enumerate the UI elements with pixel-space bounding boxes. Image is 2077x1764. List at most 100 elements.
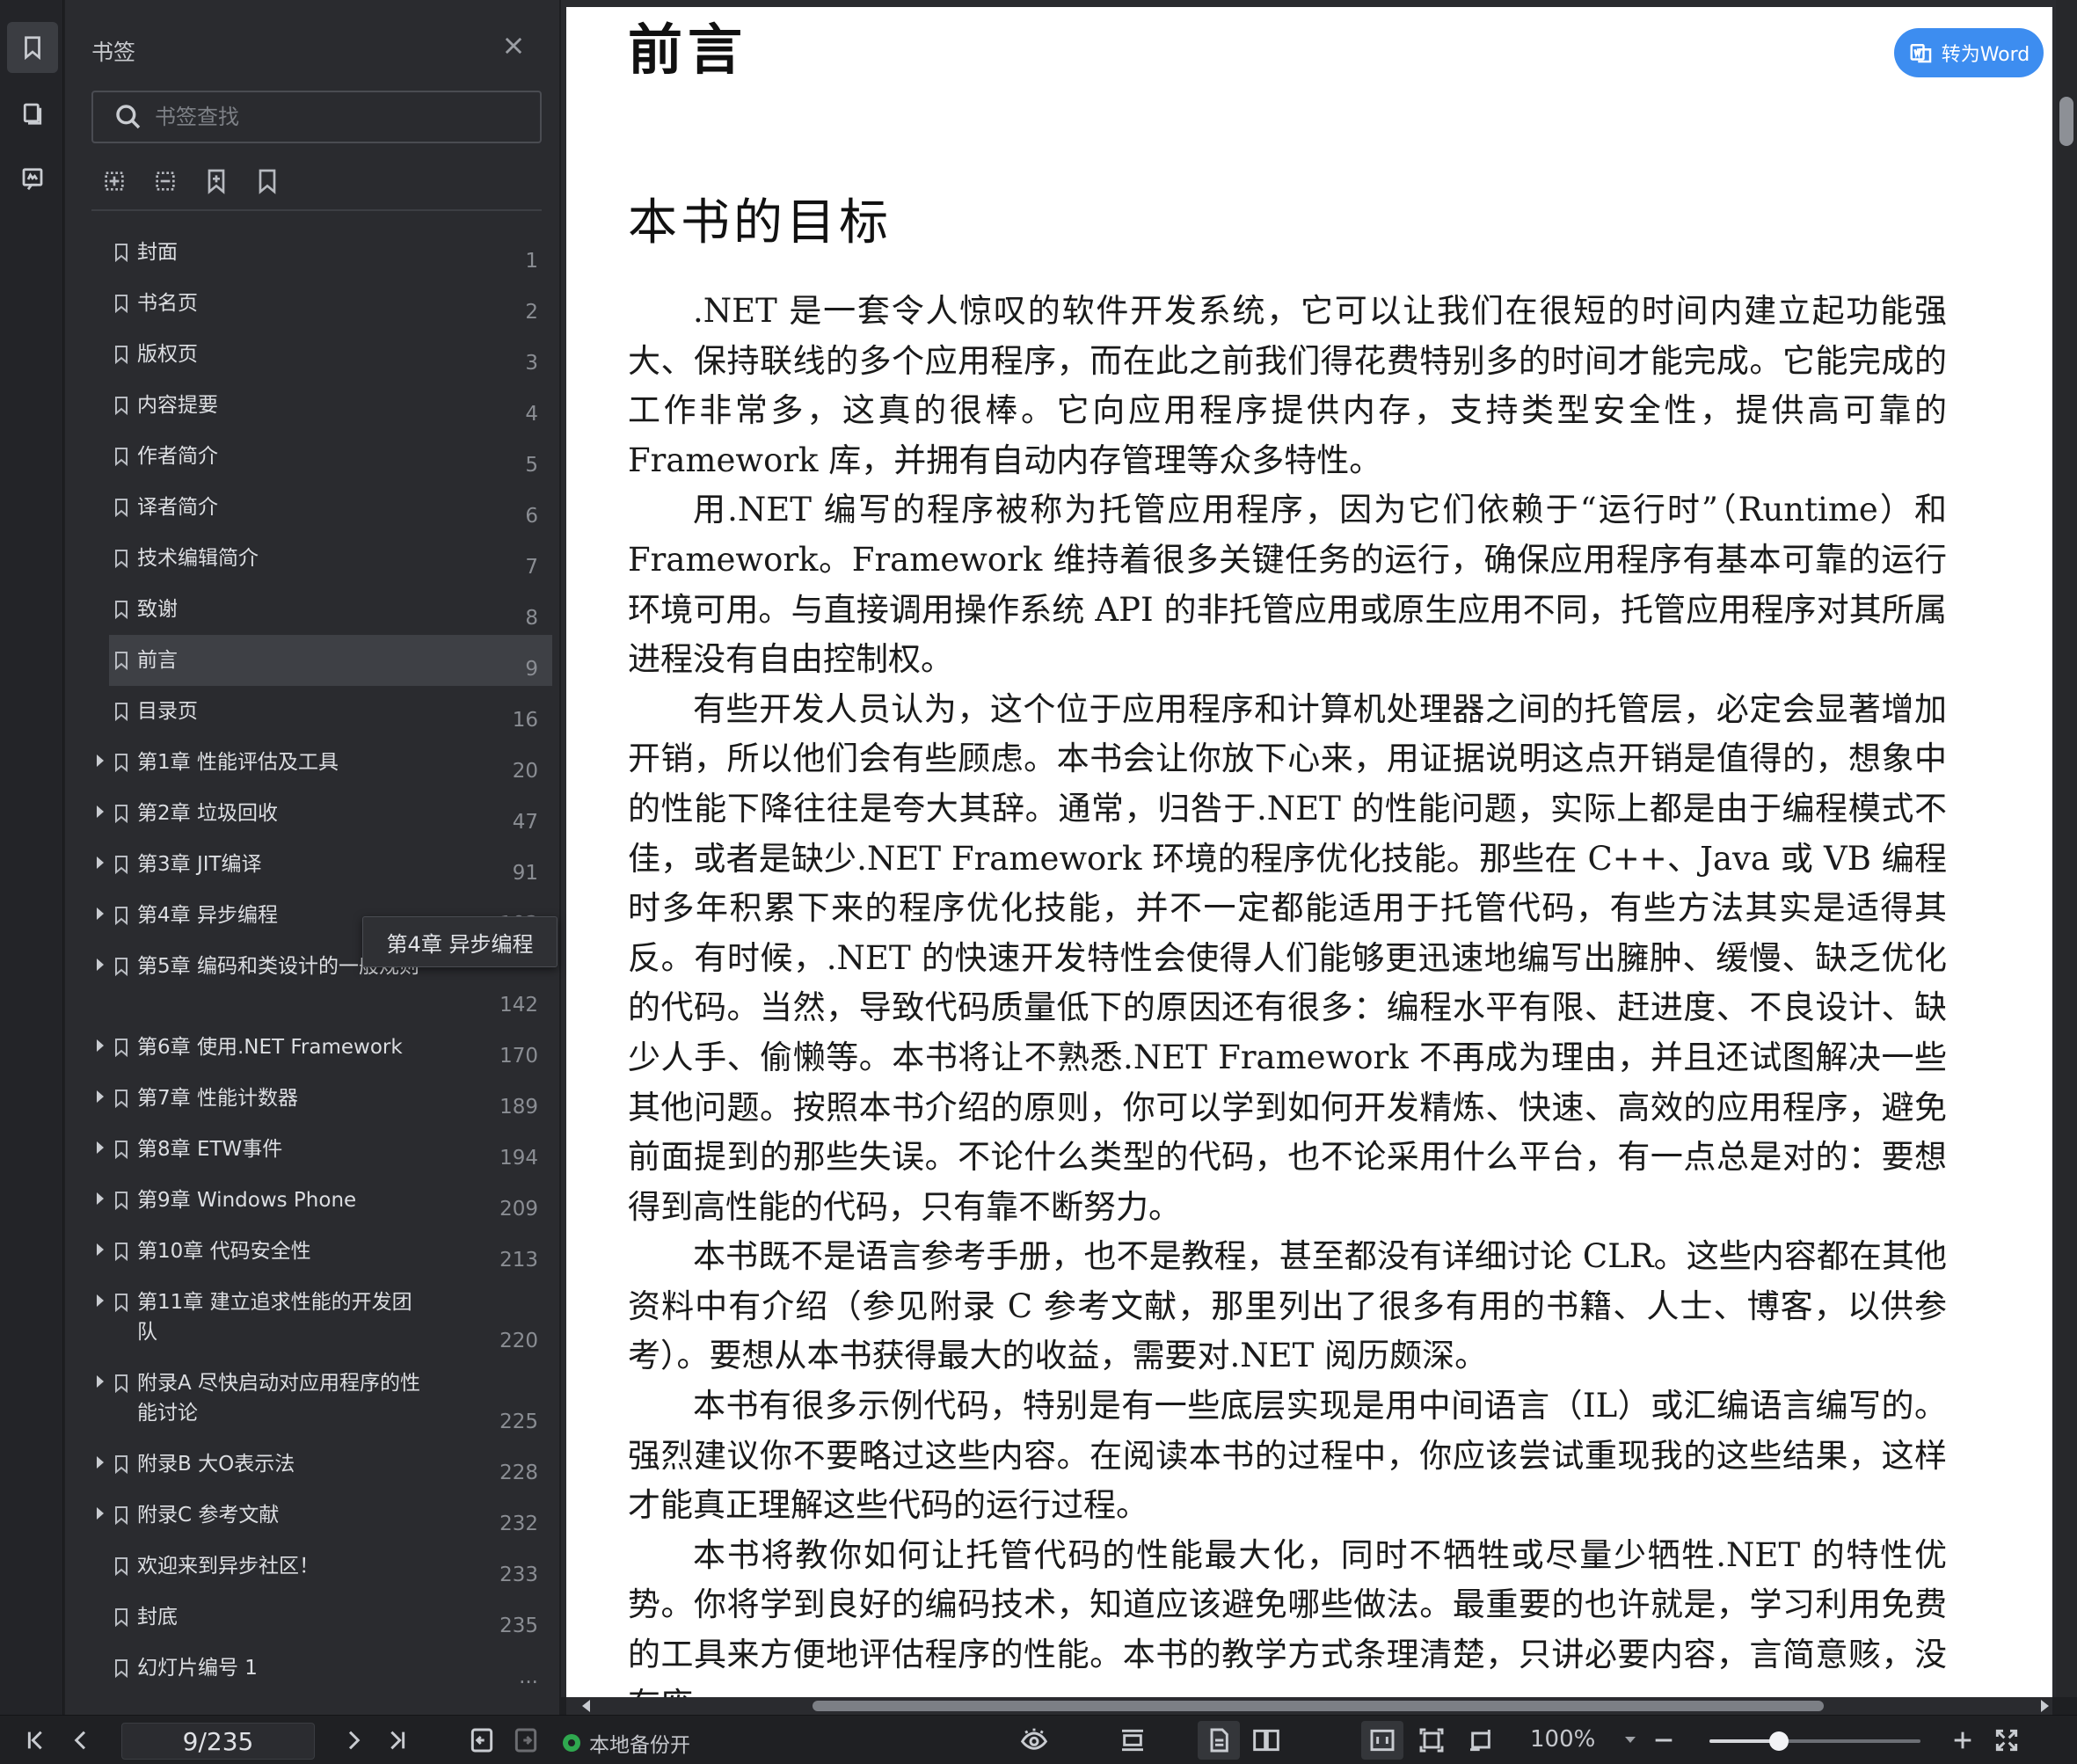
bookmark-search-input[interactable]: [155, 105, 506, 129]
document-viewport[interactable]: 前言 本书的目标 .NET 是一套令人惊叹的软件开发系统，它可以让我们在很短的时…: [561, 0, 2056, 1697]
expand-arrow-icon[interactable]: [97, 856, 104, 869]
convert-to-word-button[interactable]: 转为Word: [1894, 28, 2044, 77]
bookmark-item[interactable]: 第1章 性能评估及工具 20: [97, 737, 552, 788]
bookmark-item[interactable]: 内容提要 4: [109, 380, 552, 431]
thumbnail-panel-button[interactable]: [7, 88, 58, 139]
bookmark-item[interactable]: 技术编辑简介 7: [109, 533, 552, 584]
bookmark-item[interactable]: 幻灯片编号 1...: [109, 1643, 552, 1694]
fullscreen-button[interactable]: [1993, 1726, 2021, 1754]
horizontal-scrollbar[interactable]: [566, 1697, 2052, 1715]
expand-arrow-icon[interactable]: [97, 959, 104, 971]
bookmark-item[interactable]: 作者简介 5: [109, 431, 552, 482]
panel-close-button[interactable]: [501, 33, 528, 60]
delete-bookmark-button[interactable]: [253, 167, 281, 195]
prev-page-button[interactable]: [67, 1726, 95, 1754]
bookmark-page-number: 3: [525, 352, 538, 375]
expand-arrow-icon[interactable]: [97, 1039, 104, 1052]
expand-all-button[interactable]: [100, 167, 128, 195]
backup-label: 本地备份开: [589, 1734, 690, 1757]
bookmark-label: 附录B 大O表示法: [137, 1453, 295, 1476]
status-bar: 本地备份开 100%: [0, 1715, 2077, 1764]
bookmark-item[interactable]: 附录C 参考文献 232: [97, 1490, 552, 1541]
bookmark-search-box[interactable]: [91, 91, 542, 143]
expand-arrow-icon[interactable]: [97, 908, 104, 920]
expand-arrow-icon[interactable]: [97, 754, 104, 767]
search-icon: [116, 105, 141, 129]
bookmark-item[interactable]: 目录页 16: [109, 686, 552, 737]
expand-all-icon: [105, 171, 124, 191]
annotation-panel-button[interactable]: [7, 154, 58, 205]
bookmark-label: 封底: [137, 1606, 178, 1629]
double-page-button[interactable]: [1252, 1726, 1280, 1754]
vertical-scroll-thumb[interactable]: [2059, 97, 2073, 146]
forward-view-button[interactable]: [512, 1726, 540, 1754]
bookmark-page-number: 4: [525, 403, 538, 426]
bookmark-item[interactable]: 附录B 大O表示法 228: [97, 1439, 552, 1490]
back-view-button[interactable]: [468, 1726, 496, 1754]
bookmark-icon: [114, 753, 128, 773]
bookmark-label: 封面: [137, 241, 178, 264]
document-heading: 前言: [628, 18, 748, 82]
last-page-button[interactable]: [383, 1726, 412, 1754]
bookmark-item[interactable]: 第9章 Windows Phone 209: [97, 1175, 552, 1226]
local-backup-status[interactable]: 本地备份开: [563, 1728, 690, 1758]
bookmark-label: 第6章 使用.NET Framework: [137, 1036, 403, 1059]
chevron-right-icon: [348, 1731, 361, 1750]
bookmark-page-number: 232: [499, 1513, 538, 1535]
zoom-level[interactable]: 100%: [1530, 1726, 1595, 1753]
expand-arrow-icon[interactable]: [97, 1294, 104, 1307]
rotate-button[interactable]: [1467, 1726, 1495, 1754]
expand-arrow-icon[interactable]: [97, 1507, 104, 1520]
expand-arrow-icon[interactable]: [97, 1090, 104, 1103]
bookmark-item[interactable]: 版权页 3: [109, 329, 552, 380]
page-number-input[interactable]: [121, 1723, 315, 1760]
zoom-dropdown-icon[interactable]: [1625, 1737, 1636, 1743]
expand-arrow-icon[interactable]: [97, 1375, 104, 1388]
scroll-left-arrow-icon[interactable]: [582, 1700, 590, 1712]
expand-arrow-icon[interactable]: [97, 1243, 104, 1256]
bookmark-item[interactable]: 第2章 垃圾回收 47: [97, 788, 552, 839]
expand-arrow-icon[interactable]: [97, 1141, 104, 1154]
bookmark-item[interactable]: 前言 9: [109, 635, 552, 686]
next-page-button[interactable]: [339, 1726, 368, 1754]
bookmark-item[interactable]: 第10章 代码安全性 213: [97, 1226, 552, 1277]
zoom-slider-knob[interactable]: [1769, 1731, 1789, 1751]
bookmark-page-number: 20: [512, 760, 538, 783]
close-icon: [505, 37, 522, 55]
collapse-all-button[interactable]: [151, 167, 179, 195]
bookmark-item[interactable]: 致谢 8: [109, 584, 552, 635]
bookmark-item[interactable]: 第11章 建立追求性能的开发团队 220: [97, 1277, 552, 1358]
add-bookmark-button[interactable]: [202, 167, 230, 195]
bookmark-item[interactable]: 附录A 尽快启动对应用程序的性能讨论 225: [97, 1358, 552, 1439]
single-page-button[interactable]: [1205, 1726, 1233, 1754]
bookmark-item[interactable]: 译者简介 6: [109, 482, 552, 533]
first-page-button[interactable]: [21, 1726, 49, 1754]
bookmark-item[interactable]: 第8章 ETW事件 194: [97, 1124, 552, 1175]
actual-size-button[interactable]: [1368, 1726, 1396, 1754]
scroll-right-arrow-icon[interactable]: [2041, 1700, 2049, 1712]
bookmark-icon: [114, 906, 128, 926]
horizontal-scroll-thumb[interactable]: [813, 1701, 1824, 1711]
eye-protection-button[interactable]: [1020, 1726, 1048, 1754]
expand-arrow-icon[interactable]: [97, 1456, 104, 1469]
zoom-out-button[interactable]: [1650, 1726, 1678, 1754]
bookmark-icon: [114, 957, 128, 977]
continuous-scroll-button[interactable]: [1119, 1726, 1147, 1754]
expand-arrow-icon[interactable]: [97, 805, 104, 818]
bookmark-panel-button[interactable]: [7, 22, 58, 73]
vertical-scrollbar[interactable]: [2056, 0, 2077, 1697]
bookmark-item[interactable]: 第3章 JIT编译 91: [97, 839, 552, 890]
bookmark-item[interactable]: 第6章 使用.NET Framework 170: [97, 1022, 552, 1073]
bookmark-item[interactable]: 封面 1: [109, 227, 552, 278]
bookmark-item[interactable]: 欢迎来到异步社区！ 233: [109, 1541, 552, 1592]
bookmark-item[interactable]: 第7章 性能计数器 189: [97, 1073, 552, 1124]
expand-arrow-icon[interactable]: [97, 1192, 104, 1205]
fit-page-button[interactable]: [1417, 1726, 1446, 1754]
zoom-slider[interactable]: [1709, 1731, 1920, 1751]
bookmark-icon: [114, 1607, 128, 1628]
bookmark-label: 第3章 JIT编译: [137, 853, 262, 876]
zoom-in-button[interactable]: [1949, 1726, 1977, 1754]
bookmark-page-number: 194: [499, 1147, 538, 1170]
bookmark-item[interactable]: 封底 235: [109, 1592, 552, 1643]
bookmark-item[interactable]: 书名页 2: [109, 278, 552, 329]
